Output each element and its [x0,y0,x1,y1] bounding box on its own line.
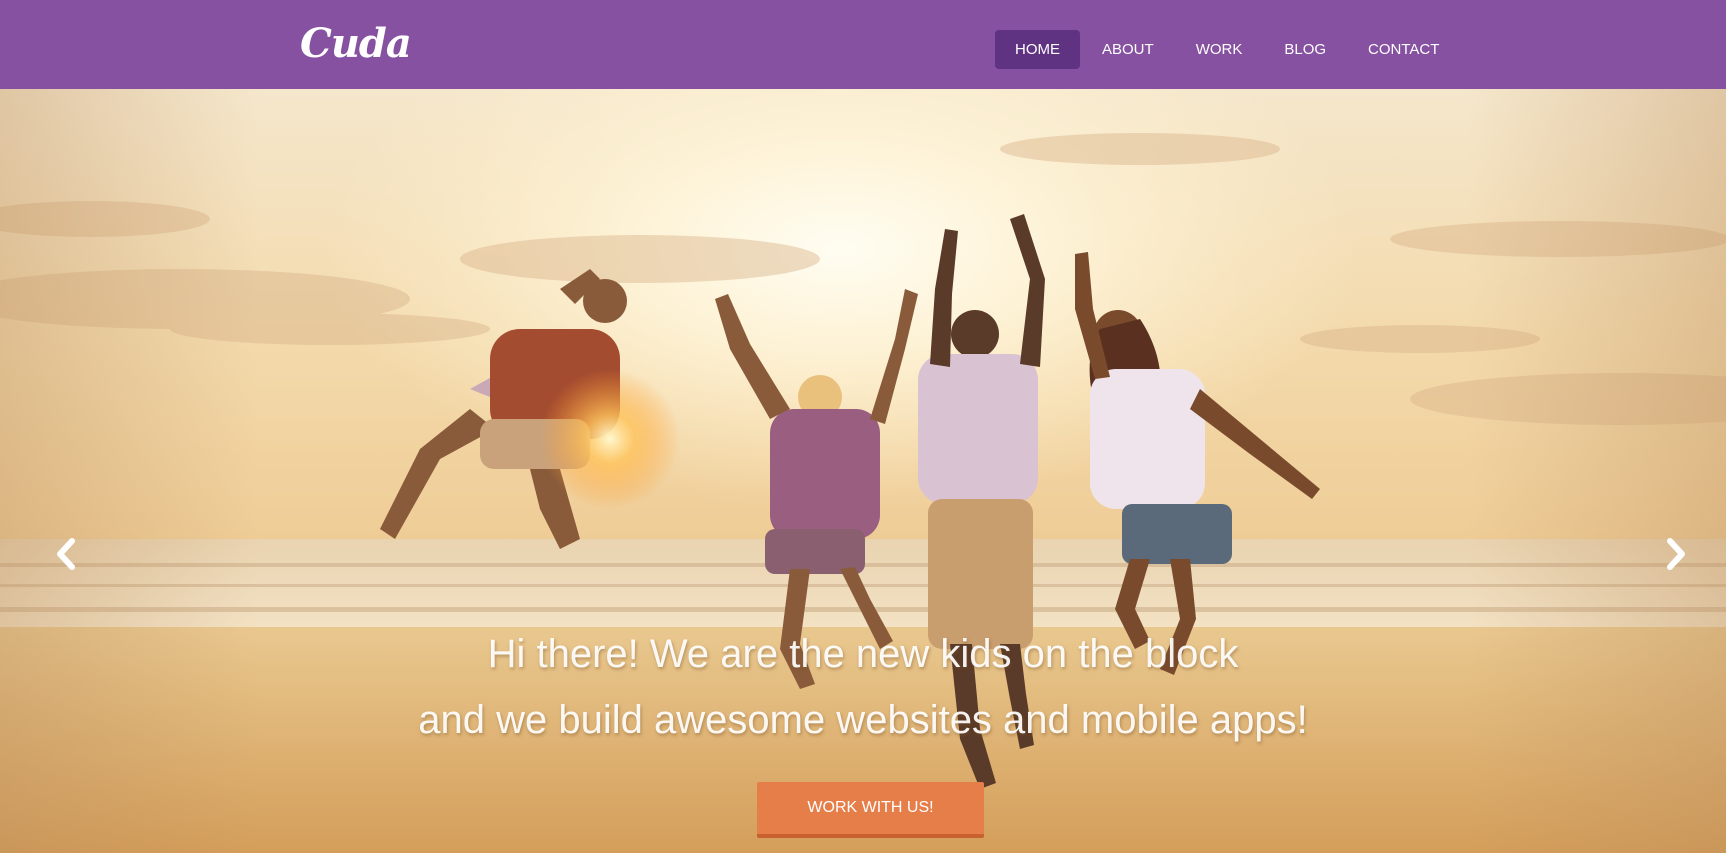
nav-item-about[interactable]: ABOUT [1082,30,1174,69]
nav-item-work[interactable]: WORK [1176,30,1263,69]
chevron-right-icon [1667,538,1685,570]
chevron-left-icon [57,538,75,570]
nav-item-contact[interactable]: CONTACT [1348,30,1459,69]
slider-next-button[interactable] [1656,529,1696,579]
nav-item-blog[interactable]: BLOG [1264,30,1346,69]
logo-text: Cuda [300,20,412,67]
hero-caption-line-1: Hi there! We are the new kids on the blo… [487,632,1239,676]
hero-slider: Hi there! We are the new kids on the blo… [0,89,1726,853]
top-navbar: Cuda HOME ABOUT WORK BLOG CONTACT [0,0,1726,89]
main-nav: HOME ABOUT WORK BLOG CONTACT [995,30,1461,69]
slider-prev-button[interactable] [46,529,86,579]
hero-caption-line-2: and we build awesome websites and mobile… [418,698,1308,742]
work-with-us-button[interactable]: WORK WITH US! [757,782,984,838]
brand-logo[interactable]: Cuda [300,18,412,70]
nav-item-home[interactable]: HOME [995,30,1080,69]
